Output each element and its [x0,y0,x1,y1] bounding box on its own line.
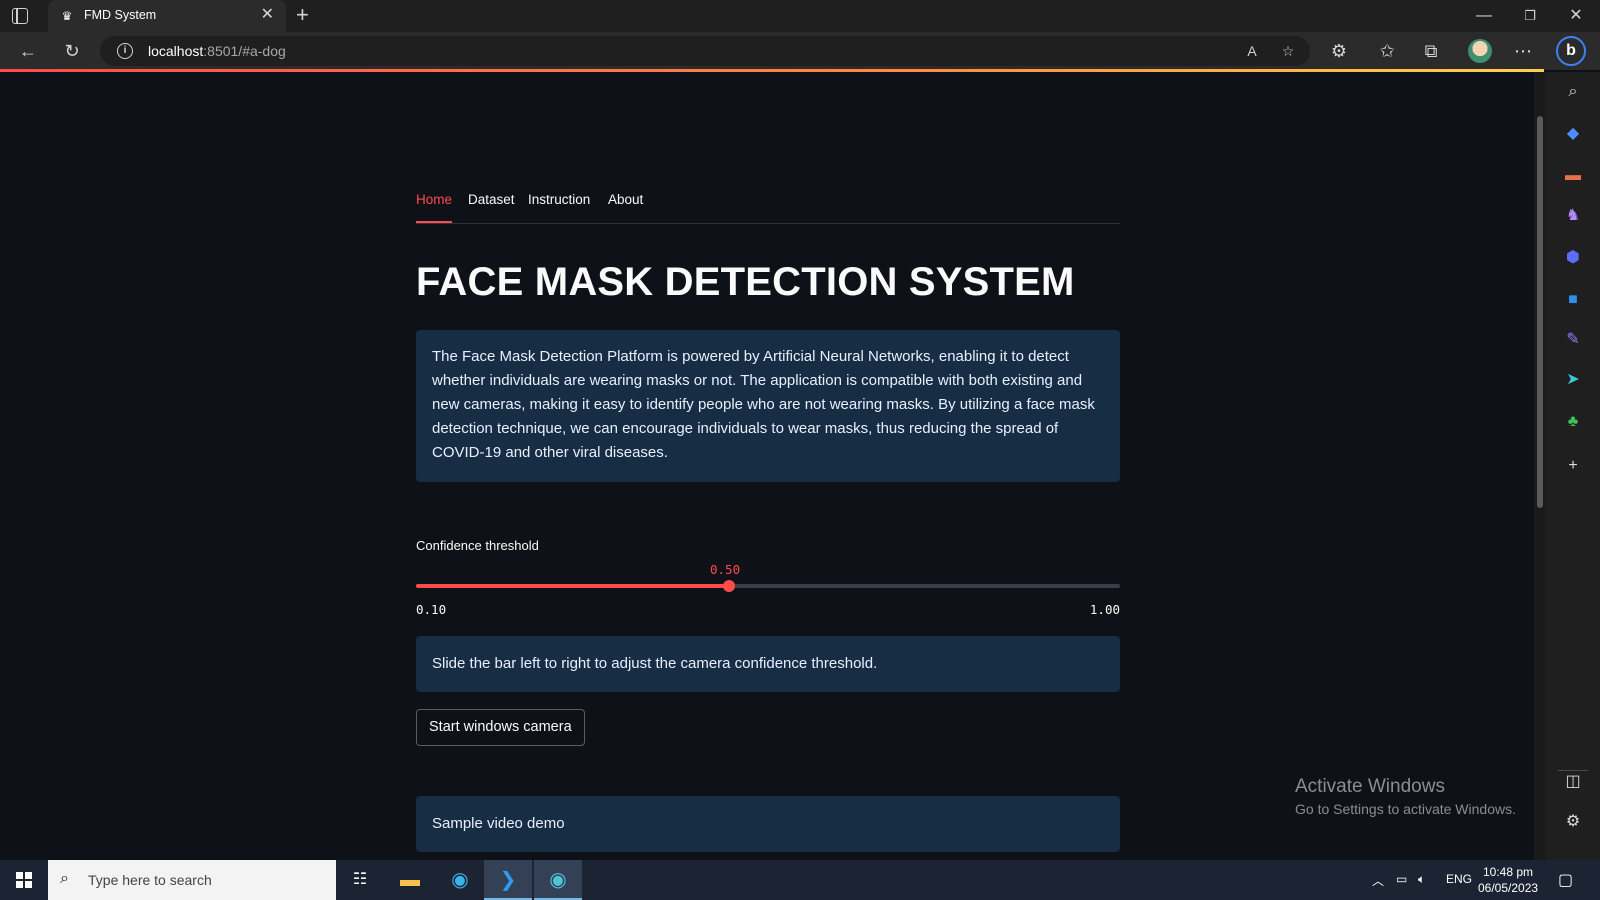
restore-icon[interactable]: ❐ [1520,6,1540,26]
scrollbar-thumb[interactable] [1537,116,1543,508]
tab-about[interactable]: About [608,192,643,207]
add-sidebar-app-icon[interactable]: + [1563,456,1583,476]
read-aloud-icon[interactable]: A [1242,41,1262,61]
browser-title-bar: ♛ FMD System ✕ + — ❐ ✕ [0,0,1600,32]
start-camera-button[interactable]: Start windows camera [416,709,585,746]
slider-thumb[interactable] [722,580,735,592]
search-icon[interactable]: ⌕ [1563,82,1583,102]
watermark-subtitle: Go to Settings to activate Windows. [1295,801,1516,817]
more-options-icon[interactable]: ⋯ [1512,40,1534,62]
windows-taskbar: ⌕ Type here to search ☷ ▬ ◉ ❯ ◉ ︿ ▭ 🔈︎ E… [0,860,1600,900]
page-scrollbar[interactable] [1534,72,1546,860]
tab-instruction[interactable]: Instruction [528,192,590,207]
confidence-slider[interactable] [416,580,1120,592]
extensions-icon[interactable]: ⚙ [1328,40,1350,62]
volume-icon[interactable]: 🔈︎ [1418,872,1425,887]
slider-value: 0.50 [710,562,741,577]
address-bar[interactable]: i localhost:8501/#a-dog A ☆ [100,36,1310,66]
favorites-icon[interactable]: ✩ [1376,40,1398,62]
back-icon[interactable]: ← [17,40,39,62]
page-title: FACE MASK DETECTION SYSTEM [416,260,1075,304]
network-icon[interactable]: ▭ [1396,872,1407,886]
games-icon[interactable]: ♞ [1563,206,1583,226]
watermark-title: Activate Windows [1295,776,1445,797]
edge-beta-icon[interactable]: ◉ [534,860,582,900]
clock-date: 06/05/2023 [1478,881,1539,895]
slider-min: 0.10 [416,602,447,617]
app-decoration-bar [0,69,1544,72]
url-host: localhost [148,43,204,59]
file-explorer-icon[interactable]: ▬ [386,860,434,900]
slider-max: 1.00 [1089,602,1120,617]
slider-hint-text: Slide the bar left to right to adjust th… [432,655,878,672]
tab-dataset[interactable]: Dataset [468,192,515,207]
add-favorite-icon[interactable]: ☆ [1278,41,1298,61]
edge-sidebar: ⌕ ◆ ▬ ♞ ⬢ ■ ✎ ➤ ♣ + ◫ ⚙ [1546,72,1600,860]
description-box: The Face Mask Detection Platform is powe… [416,330,1120,482]
sidebar-settings-icon[interactable]: ⚙ [1563,812,1583,832]
notifications-icon[interactable]: ▢ [1558,870,1573,890]
active-tab-indicator [416,221,452,223]
new-tab-icon[interactable]: + [296,3,309,27]
minimize-icon[interactable]: — [1474,6,1494,26]
windows-start-icon[interactable] [16,872,32,888]
tab-title: FMD System [84,8,157,22]
close-window-icon[interactable]: ✕ [1566,6,1586,26]
sidebar-divider [1558,770,1588,771]
crown-favicon-icon: ♛ [61,9,73,23]
nav-tabs: Home Dataset Instruction About [416,184,1120,224]
edge-icon[interactable]: ◉ [436,860,484,900]
tools-icon[interactable]: ▬ [1563,166,1583,186]
hide-sidebar-icon[interactable]: ◫ [1563,772,1583,792]
browser-tab[interactable]: ♛ FMD System ✕ [48,0,286,32]
task-view-icon[interactable]: ☷ [336,860,384,900]
collections-icon[interactable]: ⧉ [1420,40,1442,62]
url-text[interactable]: localhost:8501/#a-dog [148,43,286,59]
activation-watermark: Activate Windows Go to Settings to activ… [1295,775,1516,819]
tab-actions-icon[interactable] [12,8,28,24]
bing-chat-icon[interactable]: b [1556,36,1586,66]
demo-box: Sample video demo [416,796,1120,852]
taskbar-clock[interactable]: 10:48 pm 06/05/2023 [1478,864,1538,896]
vscode-icon[interactable]: ❯ [484,860,532,900]
send-icon[interactable]: ➤ [1563,370,1583,390]
taskbar-search-placeholder: Type here to search [88,872,212,888]
language-indicator[interactable]: ENG [1446,872,1472,886]
refresh-icon[interactable]: ↻ [61,40,83,62]
slider-hint-box: Slide the bar left to right to adjust th… [416,636,1120,692]
description-text: The Face Mask Detection Platform is powe… [432,348,1095,461]
tab-close-icon[interactable]: ✕ [261,7,274,23]
drop-icon[interactable]: ✎ [1563,330,1583,350]
demo-heading: Sample video demo [432,815,565,832]
search-icon: ⌕ [60,870,69,887]
copilot-icon[interactable]: ⬢ [1563,248,1583,268]
profile-avatar[interactable] [1468,39,1492,63]
taskbar-search[interactable]: ⌕ Type here to search [48,860,336,900]
slider-fill [416,584,729,588]
slider-label: Confidence threshold [416,538,539,553]
outlook-icon[interactable]: ■ [1563,290,1583,310]
site-info-icon[interactable]: i [117,43,133,59]
clock-time: 10:48 pm [1483,865,1534,879]
tab-home[interactable]: Home [416,192,452,207]
tree-icon[interactable]: ♣ [1563,412,1583,432]
shopping-tag-icon[interactable]: ◆ [1563,124,1583,144]
url-path: :8501/#a-dog [203,43,286,59]
tray-overflow-icon[interactable]: ︿ [1372,872,1384,889]
browser-toolbar: ← ↻ i localhost:8501/#a-dog A ☆ ⚙ ✩ ⧉ ⋯ … [0,32,1600,70]
